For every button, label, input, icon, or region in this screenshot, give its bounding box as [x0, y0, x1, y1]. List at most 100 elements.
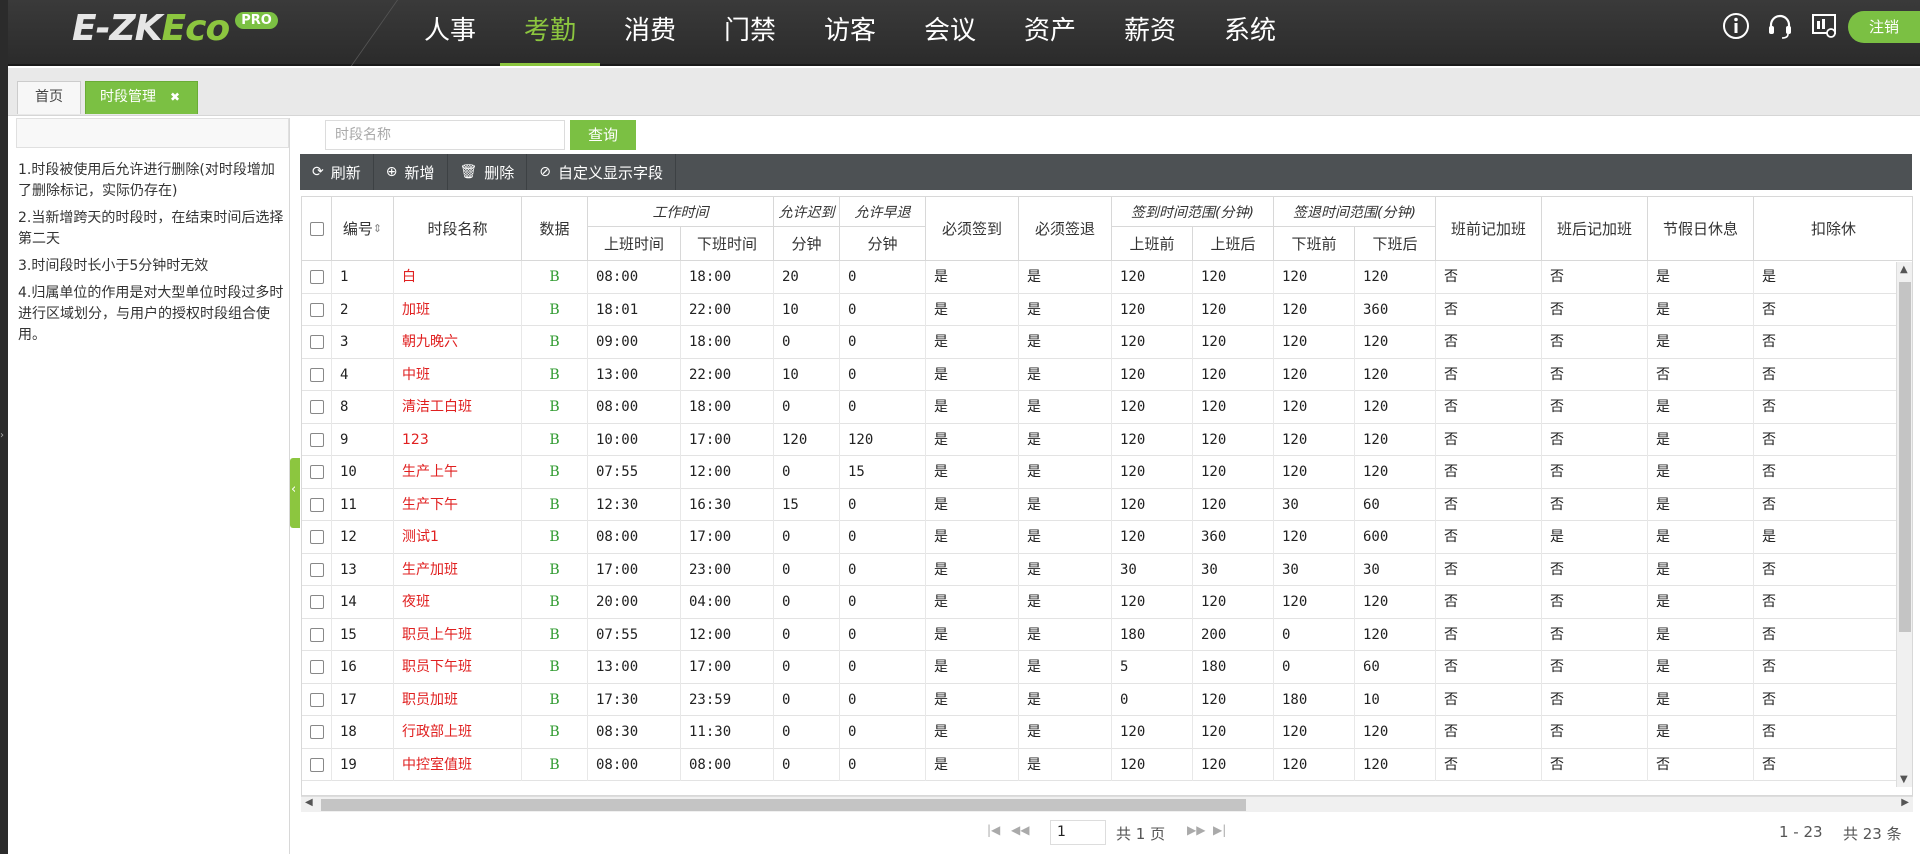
table-cell: B [522, 553, 588, 586]
row-checkbox[interactable] [309, 497, 324, 512]
shift-name-link[interactable]: 加班 [394, 293, 522, 326]
tab-shift-management[interactable]: 时段管理 ✖ [85, 81, 198, 114]
shift-name-link[interactable]: 白 [394, 261, 522, 294]
shift-name-link[interactable]: 123 [394, 423, 522, 456]
scroll-down-icon[interactable]: ▼ [1900, 774, 1908, 785]
row-checkbox[interactable] [309, 270, 324, 285]
shift-name-link[interactable]: 职员加班 [394, 683, 522, 716]
scroll-right-icon[interactable]: ▶ [1901, 797, 1909, 808]
delete-button[interactable]: 🗑 删除 [448, 154, 528, 190]
row-checkbox[interactable] [309, 367, 324, 382]
table-row[interactable]: 10 生产上午 B 07:55 12:00 0 15 是是 120 120 120 120 否否是否 [302, 456, 1912, 489]
info-icon[interactable] [1720, 10, 1752, 42]
row-checkbox[interactable] [309, 465, 324, 480]
table-row[interactable]: 3 朝九晚六 B 09:00 18:00 0 0 是是 120 120 120 120 否否是否 [302, 326, 1912, 359]
table-cell: 18 [332, 716, 394, 749]
shift-name-link[interactable]: 生产加班 [394, 553, 522, 586]
row-checkbox[interactable] [309, 432, 324, 447]
table-row[interactable]: 16 职员下午班 B 13:00 17:00 0 0 是是 5 180 0 60 否否是否 [302, 651, 1912, 684]
sort-icon[interactable]: ⇕ [373, 222, 382, 235]
table-row[interactable]: 19 中控室值班 B 08:00 08:00 0 0 是是 120 120 120 120 否否否否 [302, 748, 1912, 781]
shift-name-link[interactable]: 职员上午班 [394, 618, 522, 651]
vertical-scrollbar[interactable]: ▲ ▼ [1896, 262, 1912, 787]
table-cell: 否 [1754, 586, 1912, 619]
row-checkbox[interactable] [309, 627, 324, 642]
help-panel-header [16, 118, 289, 148]
table-cell: 16:30 [681, 488, 774, 521]
row-checkbox[interactable] [309, 530, 324, 545]
row-checkbox[interactable] [309, 595, 324, 610]
nav-item-7[interactable]: 薪资 [1100, 0, 1200, 66]
row-checkbox[interactable] [309, 660, 324, 675]
query-button[interactable]: 查询 [570, 120, 636, 150]
header-id[interactable]: 编号 ⇕ [332, 197, 394, 261]
table-cell: 0 [774, 618, 840, 651]
table-cell: 10 [774, 293, 840, 326]
shift-name-link[interactable]: 夜班 [394, 586, 522, 619]
table-row[interactable]: 12 测试1 B 08:00 17:00 0 0 是是 120 360 120 600 否是是是 [302, 521, 1912, 554]
table-row[interactable]: 1 白 B 08:00 18:00 20 0 是是 120 120 120 120 否否是是 [302, 261, 1912, 294]
refresh-button[interactable]: ⟳ 刷新 [300, 154, 374, 190]
row-checkbox[interactable] [309, 302, 324, 317]
monitor-icon[interactable] [1808, 10, 1840, 42]
shift-name-link[interactable]: 中控室值班 [394, 748, 522, 781]
nav-item-8[interactable]: 系统 [1200, 0, 1300, 66]
headset-icon[interactable] [1764, 10, 1796, 42]
table-row[interactable]: 8 清洁工白班 B 08:00 18:00 0 0 是是 120 120 120 120 否否是否 [302, 391, 1912, 424]
row-checkbox[interactable] [309, 400, 324, 415]
first-page-icon[interactable]: |◀ [987, 823, 1000, 837]
shift-name-link[interactable]: 行政部上班 [394, 716, 522, 749]
table-row[interactable]: 13 生产加班 B 17:00 23:00 0 0 是是 30 30 30 30 否否是否 [302, 553, 1912, 586]
table-cell: 120 [1112, 326, 1193, 359]
nav-item-2[interactable]: 消费 [600, 0, 700, 66]
collapse-panel-handle[interactable] [290, 458, 300, 528]
row-checkbox[interactable] [309, 562, 324, 577]
table-row[interactable]: 4 中班 B 13:00 22:00 10 0 是是 120 120 120 120 否否否否 [302, 358, 1912, 391]
hscroll-thumb[interactable] [321, 799, 1246, 811]
table-cell: 是 [1648, 423, 1754, 456]
select-all-checkbox[interactable] [309, 221, 324, 236]
row-checkbox[interactable] [309, 757, 324, 772]
table-row[interactable]: 14 夜班 B 20:00 04:00 0 0 是是 120 120 120 120 否否是否 [302, 586, 1912, 619]
expand-handle-icon[interactable]: › [0, 430, 6, 442]
shift-name-link[interactable]: 朝九晚六 [394, 326, 522, 359]
table-row[interactable]: 9 123 B 10:00 17:00 120 120 是是 120 120 120 120 否否是否 [302, 423, 1912, 456]
scroll-up-icon[interactable]: ▲ [1900, 264, 1908, 275]
shift-name-link[interactable]: 中班 [394, 358, 522, 391]
add-button[interactable]: ⊕ 新增 [374, 154, 448, 190]
tab-home[interactable]: 首页 [17, 81, 81, 114]
shift-name-link[interactable]: 清洁工白班 [394, 391, 522, 424]
page-number-input[interactable]: 1 [1050, 820, 1106, 845]
nav-item-5[interactable]: 会议 [900, 0, 1000, 66]
row-checkbox[interactable] [309, 725, 324, 740]
logout-button[interactable]: 注销 [1848, 11, 1920, 43]
row-checkbox[interactable] [309, 692, 324, 707]
scroll-left-icon[interactable]: ◀ [305, 797, 313, 808]
custom-fields-button[interactable]: ⊘ 自定义显示字段 [527, 154, 677, 190]
table-row[interactable]: 18 行政部上班 B 08:30 11:30 0 0 是是 120 120 120 120 否否是否 [302, 716, 1912, 749]
nav-item-1[interactable]: 考勤 [500, 0, 600, 66]
nav-item-0[interactable]: 人事 [400, 0, 500, 66]
table-cell: 22:00 [681, 358, 774, 391]
table-row[interactable]: 15 职员上午班 B 07:55 12:00 0 0 是是 180 200 0 120 否否是否 [302, 618, 1912, 651]
shift-name-link[interactable]: 生产下午 [394, 488, 522, 521]
close-icon[interactable]: ✖ [170, 90, 180, 104]
shift-name-link[interactable]: 职员下午班 [394, 651, 522, 684]
nav-item-6[interactable]: 资产 [1000, 0, 1100, 66]
nav-item-4[interactable]: 访客 [800, 0, 900, 66]
table-row[interactable]: 17 职员加班 B 17:30 23:59 0 0 是是 0 120 180 10 否否是否 [302, 683, 1912, 716]
next-page-icon[interactable]: ▶▶ [1187, 823, 1205, 837]
table-row[interactable]: 2 加班 B 18:01 22:00 10 0 是是 120 120 120 360 否否是否 [302, 293, 1912, 326]
table-cell: 否 [1542, 358, 1648, 391]
scroll-thumb[interactable] [1899, 282, 1911, 632]
shift-name-link[interactable]: 生产上午 [394, 456, 522, 489]
horizontal-scrollbar[interactable]: ◀ ▶ [301, 796, 1913, 812]
row-checkbox[interactable] [309, 335, 324, 350]
prev-page-icon[interactable]: ◀◀ [1011, 823, 1029, 837]
table-cell: 否 [1436, 716, 1542, 749]
last-page-icon[interactable]: ▶| [1213, 823, 1226, 837]
table-row[interactable]: 11 生产下午 B 12:30 16:30 15 0 是是 120 120 30 60 否否是否 [302, 488, 1912, 521]
nav-item-3[interactable]: 门禁 [700, 0, 800, 66]
shift-name-search-input[interactable]: 时段名称 [325, 120, 565, 150]
shift-name-link[interactable]: 测试1 [394, 521, 522, 554]
